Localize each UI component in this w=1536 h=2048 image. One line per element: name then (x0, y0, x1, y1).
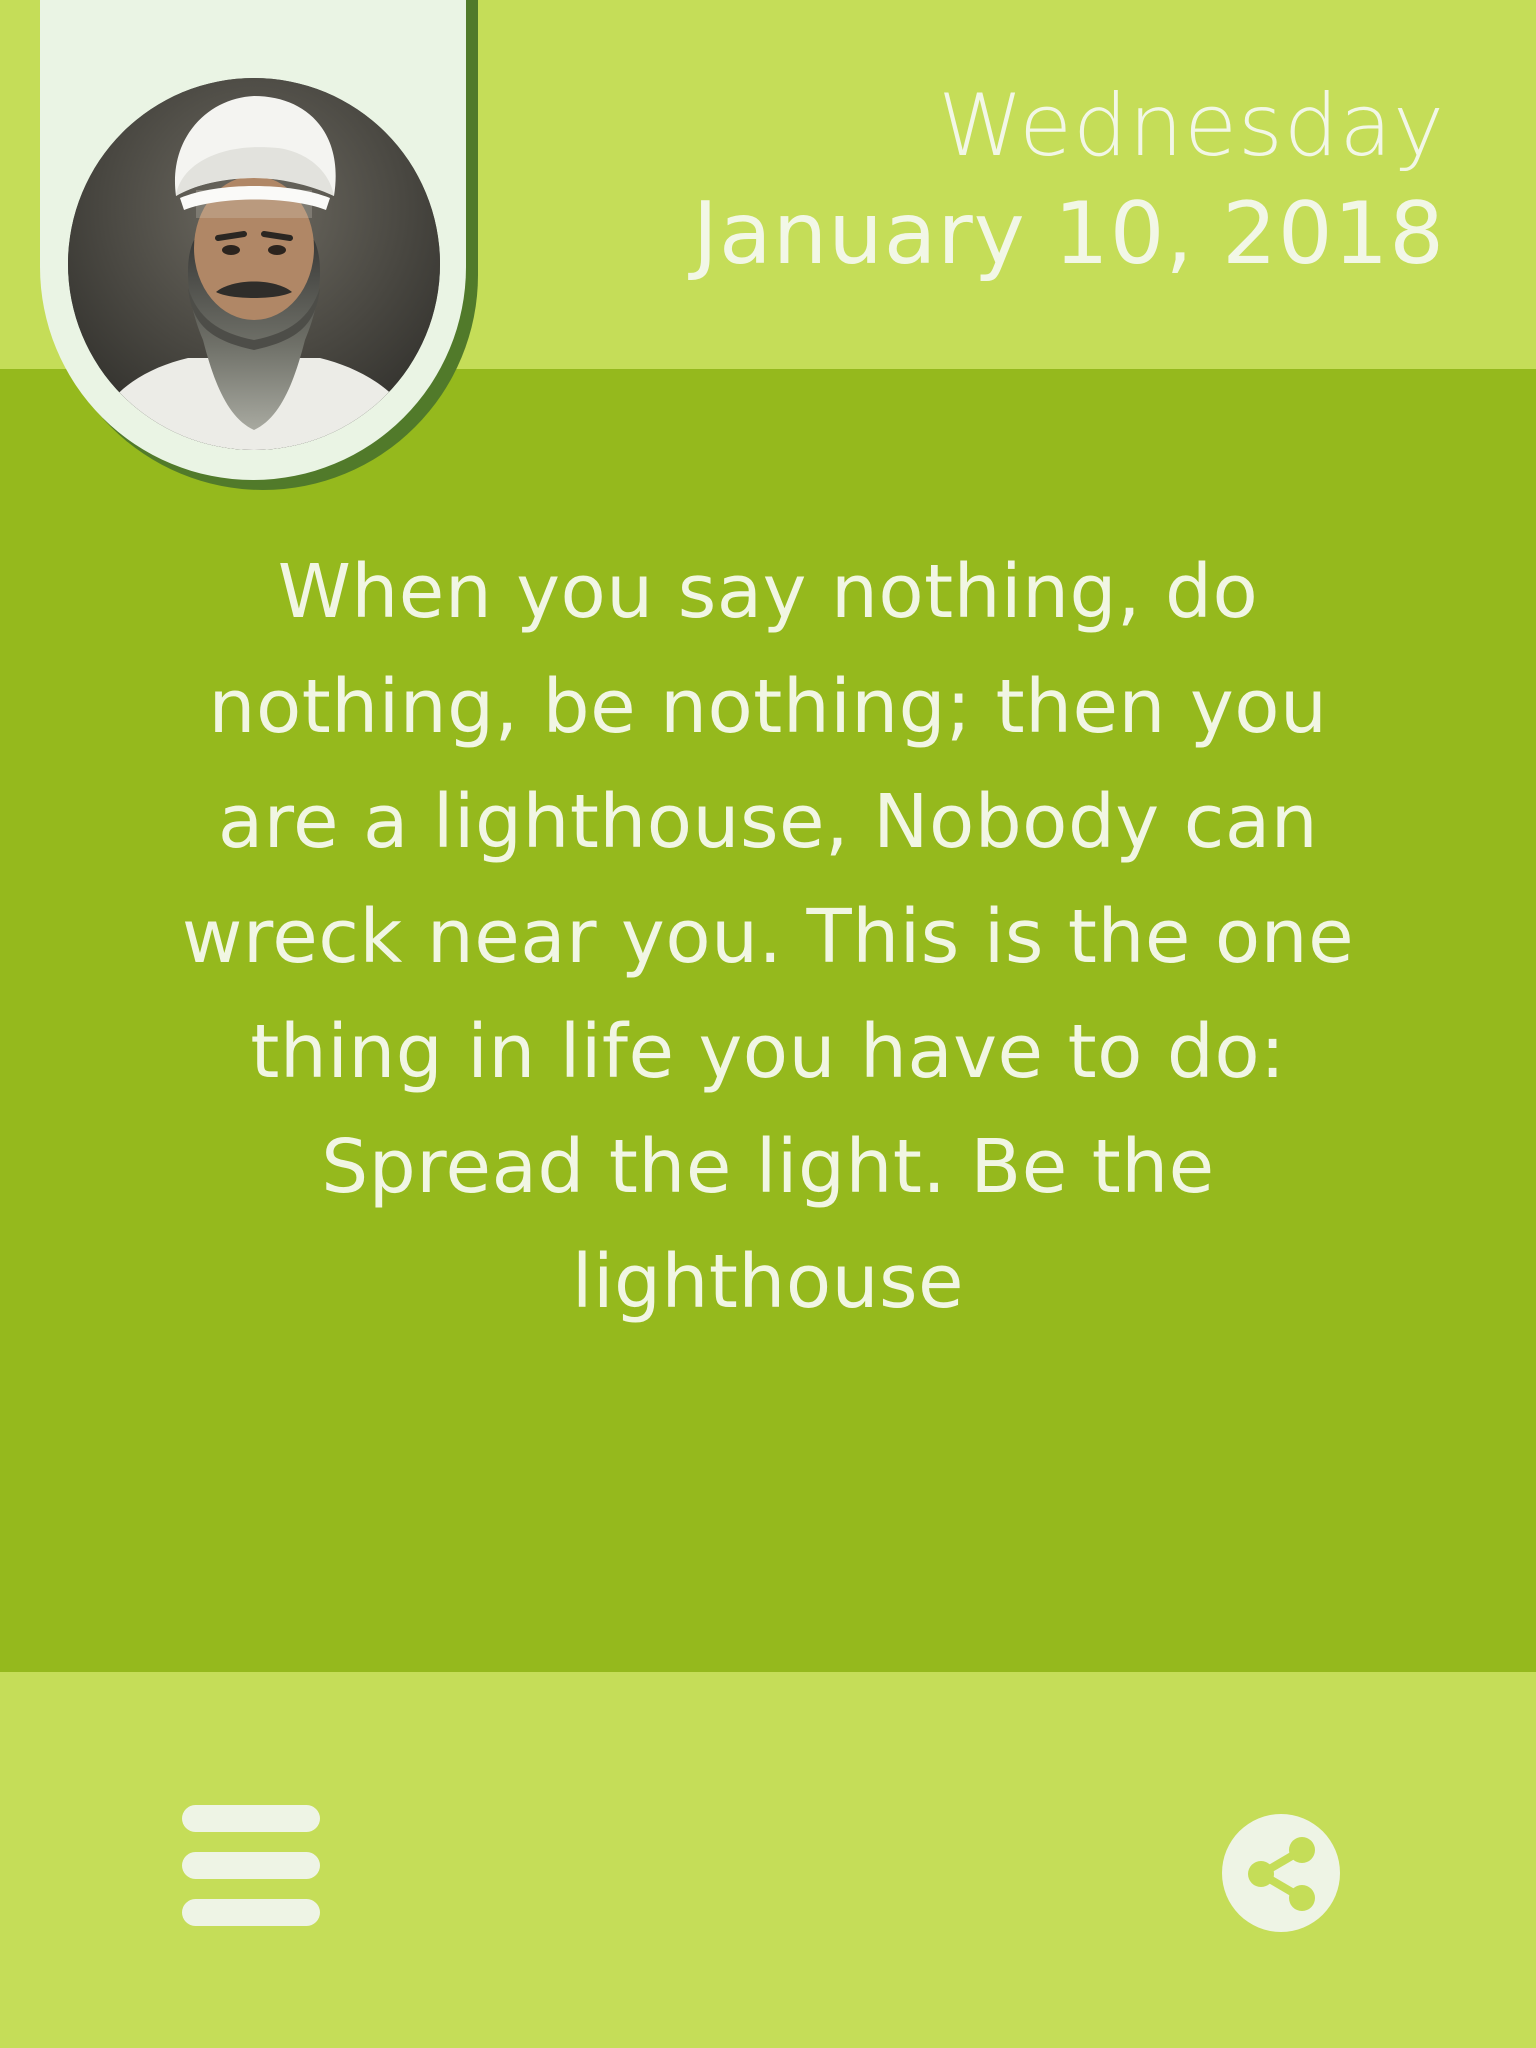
menu-button[interactable] (178, 1805, 324, 1931)
avatar (68, 78, 440, 450)
share-button[interactable] (1222, 1814, 1340, 1932)
menu-bar-bottom (182, 1899, 320, 1926)
portrait-image (68, 78, 440, 450)
date-label: January 10, 2018 (692, 184, 1445, 284)
menu-bar-middle (182, 1852, 320, 1879)
quote-text: When you say nothing, do nothing, be not… (181, 549, 1355, 1325)
date-block: Wednesday January 10, 2018 (693, 74, 1445, 290)
menu-bar-top (182, 1805, 320, 1832)
weekday-label: Wednesday (938, 76, 1445, 176)
share-icon (1248, 1837, 1315, 1911)
